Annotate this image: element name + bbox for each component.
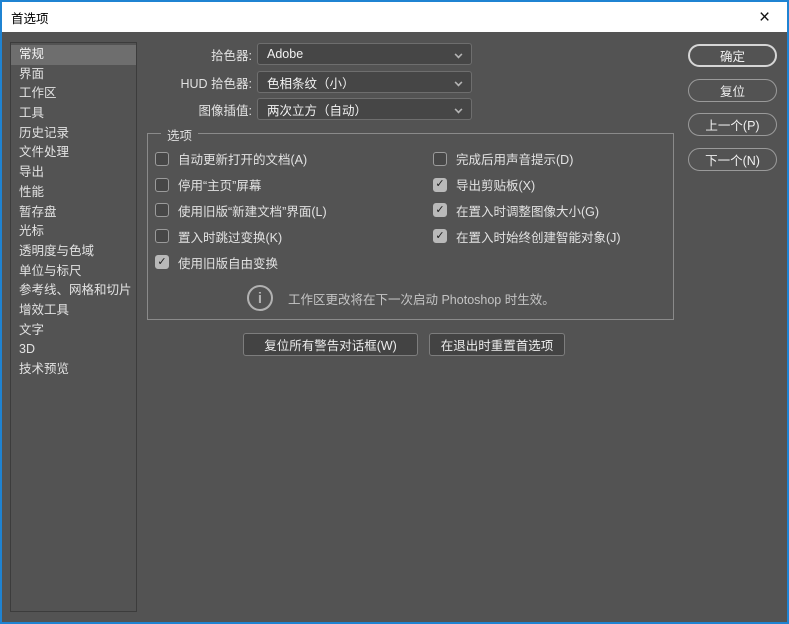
sidebar-item-3d[interactable]: 3D bbox=[11, 340, 136, 360]
check-icon: ✓ bbox=[435, 178, 445, 191]
color-picker-dropdown[interactable]: Adobe bbox=[257, 43, 472, 65]
option-always-create-smart-objects: ✓ 在置入时始终创建智能对象(J) bbox=[433, 223, 621, 249]
chevron-down-icon bbox=[454, 78, 463, 87]
option-resize-image-during-place: ✓ 在置入时调整图像大小(G) bbox=[433, 198, 621, 224]
checkbox[interactable]: ✓ bbox=[155, 255, 169, 270]
sidebar-item-guides-grid-slices[interactable]: 参考线、网格和切片 bbox=[11, 281, 136, 301]
color-picker-label: 拾色器: bbox=[211, 48, 252, 63]
option-export-clipboard: ✓ 导出剪贴板(X) bbox=[433, 172, 621, 198]
sidebar-item-type[interactable]: 文字 bbox=[11, 321, 136, 341]
option-beep-when-done: ✓ 完成后用声音提示(D) bbox=[433, 146, 621, 172]
sidebar-item-history-log[interactable]: 历史记录 bbox=[11, 124, 136, 144]
chevron-down-icon bbox=[454, 50, 463, 59]
image-interpolation-label: 图像插值: bbox=[198, 103, 252, 118]
preferences-category-list: 常规 界面 工作区 工具 历史记录 文件处理 导出 性能 暂存盘 光标 透明度与… bbox=[10, 42, 137, 612]
checkbox[interactable]: ✓ bbox=[155, 203, 169, 218]
sidebar-item-general[interactable]: 常规 bbox=[11, 45, 136, 65]
option-label: 置入时跳过变换(K) bbox=[178, 230, 283, 245]
options-right-column: ✓ 完成后用声音提示(D) ✓ 导出剪贴板(X) ✓ 在置入时调整图像大小(G)… bbox=[433, 146, 621, 249]
option-label: 使用旧版自由变换 bbox=[178, 256, 279, 271]
sidebar-item-scratch-disks[interactable]: 暂存盘 bbox=[11, 203, 136, 223]
options-group-title: 选项 bbox=[161, 125, 199, 144]
image-interpolation-dropdown[interactable]: 两次立方（自动） bbox=[257, 98, 472, 120]
sidebar-item-workspace[interactable]: 工作区 bbox=[11, 84, 136, 104]
sidebar-item-performance[interactable]: 性能 bbox=[11, 183, 136, 203]
ok-button[interactable]: 确定 bbox=[688, 44, 777, 67]
color-picker-value: Adobe bbox=[267, 47, 304, 61]
option-disable-home-screen: ✓ 停用“主页”屏幕 bbox=[155, 172, 327, 198]
reset-button[interactable]: 复位 bbox=[688, 79, 777, 102]
image-interpolation-row: 图像插值: 两次立方（自动） bbox=[142, 98, 474, 120]
options-left-column: ✓ 自动更新打开的文档(A) ✓ 停用“主页”屏幕 ✓ 使用旧版“新建文档”界面… bbox=[155, 146, 327, 275]
image-interpolation-value: 两次立方（自动） bbox=[267, 103, 368, 118]
checkbox[interactable]: ✓ bbox=[433, 177, 447, 192]
option-label: 导出剪贴板(X) bbox=[456, 179, 536, 194]
close-icon[interactable]: × bbox=[742, 2, 787, 32]
check-icon: ✓ bbox=[435, 203, 445, 216]
sidebar-item-plugins[interactable]: 增效工具 bbox=[11, 301, 136, 321]
sidebar-item-export[interactable]: 导出 bbox=[11, 163, 136, 183]
checkbox[interactable]: ✓ bbox=[155, 151, 169, 166]
prev-button[interactable]: 上一个(P) bbox=[688, 113, 777, 136]
reset-all-warning-dialogs-button[interactable]: 复位所有警告对话框(W) bbox=[243, 333, 418, 356]
sidebar-item-units-rulers[interactable]: 单位与标尺 bbox=[11, 262, 136, 282]
option-auto-update-open-documents: ✓ 自动更新打开的文档(A) bbox=[155, 146, 327, 172]
sidebar-item-cursors[interactable]: 光标 bbox=[11, 222, 136, 242]
info-icon: i bbox=[247, 285, 273, 311]
sidebar-item-interface[interactable]: 界面 bbox=[11, 65, 136, 85]
sidebar-item-file-handling[interactable]: 文件处理 bbox=[11, 143, 136, 163]
option-label: 使用旧版“新建文档”界面(L) bbox=[178, 204, 327, 219]
option-label: 停用“主页”屏幕 bbox=[178, 179, 262, 194]
workspace-restart-notice: i 工作区更改将在下一次启动 Photoshop 时生效。 bbox=[247, 285, 555, 311]
option-label: 在置入时调整图像大小(G) bbox=[456, 204, 600, 219]
hud-color-picker-row: HUD 拾色器: 色相条纹（小） bbox=[142, 71, 474, 93]
option-label: 在置入时始终创建智能对象(J) bbox=[456, 230, 621, 245]
next-button[interactable]: 下一个(N) bbox=[688, 148, 777, 171]
option-label: 自动更新打开的文档(A) bbox=[178, 153, 308, 168]
option-legacy-free-transform: ✓ 使用旧版自由变换 bbox=[155, 249, 327, 275]
dialog-title: 首选项 bbox=[11, 11, 49, 26]
color-picker-row: 拾色器: Adobe bbox=[142, 43, 474, 65]
checkbox[interactable]: ✓ bbox=[155, 229, 169, 244]
check-icon: ✓ bbox=[157, 255, 167, 268]
info-text: 工作区更改将在下一次启动 Photoshop 时生效。 bbox=[288, 292, 555, 307]
reset-preferences-on-quit-button[interactable]: 在退出时重置首选项 bbox=[429, 333, 565, 356]
option-skip-transform-on-place: ✓ 置入时跳过变换(K) bbox=[155, 223, 327, 249]
checkbox[interactable]: ✓ bbox=[433, 229, 447, 244]
check-icon: ✓ bbox=[435, 229, 445, 242]
option-label: 完成后用声音提示(D) bbox=[456, 153, 574, 168]
checkbox[interactable]: ✓ bbox=[433, 151, 447, 166]
titlebar: 首选项 × bbox=[2, 2, 787, 32]
checkbox[interactable]: ✓ bbox=[433, 203, 447, 218]
hud-color-picker-dropdown[interactable]: 色相条纹（小） bbox=[257, 71, 472, 93]
options-group: 选项 ✓ 自动更新打开的文档(A) ✓ 停用“主页”屏幕 ✓ 使用旧版“新建文档… bbox=[147, 125, 674, 320]
chevron-down-icon bbox=[454, 105, 463, 114]
hud-color-picker-value: 色相条纹（小） bbox=[267, 76, 355, 91]
sidebar-item-technology-previews[interactable]: 技术预览 bbox=[11, 360, 136, 380]
option-legacy-new-document: ✓ 使用旧版“新建文档”界面(L) bbox=[155, 198, 327, 224]
preferences-dialog: 首选项 × 常规 界面 工作区 工具 历史记录 文件处理 导出 性能 暂存盘 光… bbox=[0, 0, 789, 624]
sidebar-item-tools[interactable]: 工具 bbox=[11, 104, 136, 124]
checkbox[interactable]: ✓ bbox=[155, 177, 169, 192]
sidebar-item-transparency-gamut[interactable]: 透明度与色域 bbox=[11, 242, 136, 262]
hud-color-picker-label: HUD 拾色器: bbox=[180, 76, 252, 91]
